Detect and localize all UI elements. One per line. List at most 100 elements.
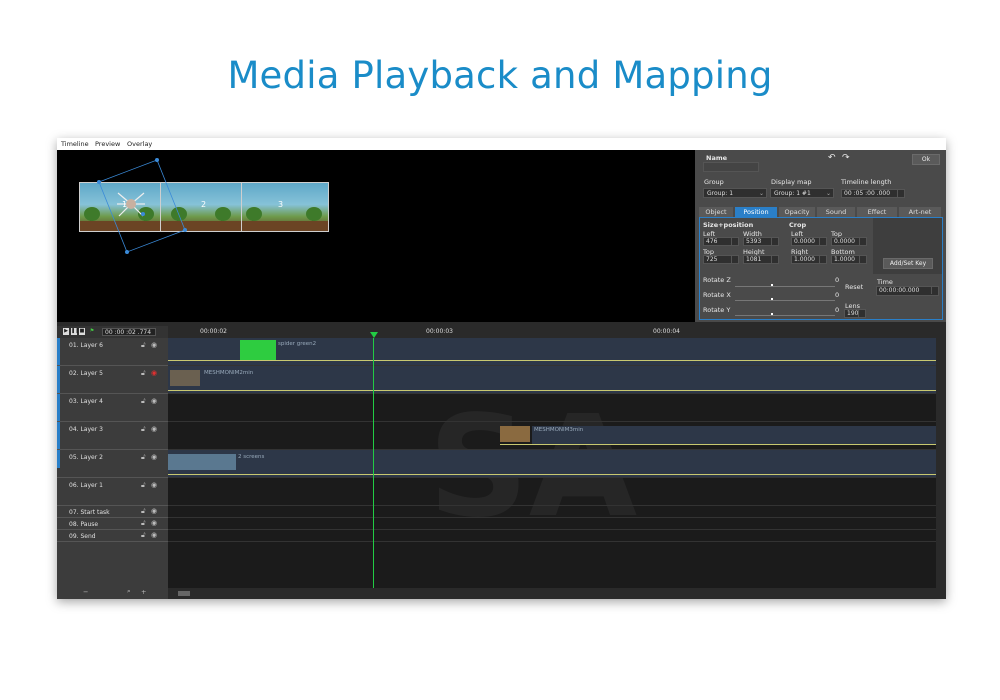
- name-input[interactable]: [703, 162, 759, 172]
- crop-right-input[interactable]: 1.0000: [791, 255, 827, 264]
- clip-meshmonim2min[interactable]: [170, 370, 200, 386]
- lock-icon[interactable]: 🔓︎: [141, 453, 146, 462]
- crop-top-input[interactable]: 0.0000: [831, 237, 867, 246]
- rotate-x-label: Rotate X: [703, 291, 731, 299]
- scroll-thumb[interactable]: [178, 591, 190, 596]
- lock-icon[interactable]: 🔓︎: [141, 531, 146, 540]
- timeline-length-input[interactable]: 00 :05 :00 .000: [841, 189, 905, 198]
- height-input[interactable]: 1081: [743, 255, 779, 264]
- preview-canvas[interactable]: 1 2 3: [57, 150, 695, 322]
- rotate-z-thumb[interactable]: [771, 284, 773, 286]
- tab-sound[interactable]: Sound: [817, 207, 855, 217]
- pause-icon[interactable]: ❚❚: [71, 328, 79, 335]
- rotate-z-slider[interactable]: [735, 286, 835, 287]
- lock-icon[interactable]: 🔓︎: [141, 507, 146, 516]
- ok-button[interactable]: Ok: [912, 154, 940, 165]
- track-start-task[interactable]: [168, 506, 936, 518]
- eye-hidden-icon[interactable]: ◉: [151, 369, 157, 377]
- tab-opacity[interactable]: Opacity: [779, 207, 815, 217]
- track-layer-6[interactable]: spider green2: [168, 338, 936, 366]
- tab-position[interactable]: Position: [735, 207, 777, 217]
- transform-handle-bottom-right[interactable]: [183, 228, 187, 232]
- eye-icon[interactable]: ◉: [151, 397, 157, 405]
- current-time-field[interactable]: 00 :00 :02 .774: [102, 328, 156, 336]
- time-ruler[interactable]: 00:00:02 00:00:03 00:00:04: [168, 326, 936, 338]
- clip-meshmonim3min[interactable]: [500, 426, 530, 442]
- eye-icon[interactable]: ◉: [151, 481, 157, 489]
- menu-timeline[interactable]: Timeline: [61, 140, 89, 148]
- track-layer-2[interactable]: 2 screens: [168, 450, 936, 478]
- clip-2-screens[interactable]: [168, 454, 236, 470]
- play-icon[interactable]: ▶: [63, 328, 69, 335]
- zoom-in-button[interactable]: +: [141, 588, 146, 596]
- layer-row-2[interactable]: 02. Layer 5 🔓︎ ◉: [57, 366, 168, 394]
- eye-icon[interactable]: ◉: [151, 341, 157, 349]
- vertical-scrollbar[interactable]: [936, 326, 946, 599]
- eye-icon[interactable]: ◉: [151, 453, 157, 461]
- rotate-y-slider[interactable]: [735, 315, 835, 316]
- transform-handle-center[interactable]: [141, 212, 145, 216]
- playhead[interactable]: [373, 338, 374, 599]
- redo-icon[interactable]: ↷: [842, 153, 850, 163]
- eye-icon[interactable]: ◉: [151, 531, 157, 539]
- lock-icon[interactable]: 🔓︎: [141, 425, 146, 434]
- ruler-tick-2: 00:00:03: [426, 328, 453, 335]
- eye-icon[interactable]: ◉: [151, 507, 157, 515]
- time-input[interactable]: 00:00:00.000: [876, 286, 939, 296]
- layer-row-5[interactable]: 05. Layer 2 🔓︎ ◉: [57, 450, 168, 478]
- transform-handle-bottom-left[interactable]: [125, 250, 129, 254]
- horizontal-scrollbar[interactable]: [168, 588, 936, 599]
- reset-button[interactable]: Reset: [845, 283, 863, 291]
- group-select[interactable]: Group: 1 ⌄: [703, 188, 767, 198]
- slide-title: Media Playback and Mapping: [227, 54, 773, 97]
- track-pause[interactable]: [168, 518, 936, 530]
- rotate-x-thumb[interactable]: [771, 298, 773, 300]
- tab-art-net[interactable]: Art-net: [899, 207, 941, 217]
- crop-bottom-input[interactable]: 1.0000: [831, 255, 867, 264]
- layer-row-1[interactable]: 01. Layer 6 🔓︎ ◉: [57, 338, 168, 366]
- lock-icon[interactable]: 🔓︎: [141, 397, 146, 406]
- clip-spider-green2[interactable]: [240, 340, 276, 360]
- lock-icon[interactable]: 🔓︎: [141, 519, 146, 528]
- playhead-handle[interactable]: [370, 332, 378, 338]
- layer-row-7[interactable]: 07. Start task 🔓︎ ◉: [57, 506, 168, 518]
- marker-icon[interactable]: ⚑: [89, 328, 95, 335]
- group-label: Group: [704, 178, 724, 186]
- layer-row-4[interactable]: 04. Layer 3 🔓︎ ◉: [57, 422, 168, 450]
- tab-effect[interactable]: Effect: [857, 207, 897, 217]
- layer-row-8[interactable]: 08. Pause 🔓︎ ◉: [57, 518, 168, 530]
- zoom-out-button[interactable]: −: [83, 588, 88, 596]
- layer-row-3[interactable]: 03. Layer 4 🔓︎ ◉: [57, 394, 168, 422]
- add-set-key-button[interactable]: Add/Set Key: [883, 258, 933, 269]
- crop-left-input[interactable]: 0.0000: [791, 237, 827, 246]
- layer-row-9[interactable]: 09. Send 🔓︎ ◉: [57, 530, 168, 542]
- track-layer-4[interactable]: [168, 394, 936, 422]
- rotate-y-thumb[interactable]: [771, 313, 773, 315]
- eye-icon[interactable]: ◉: [151, 519, 157, 527]
- track-layer-1[interactable]: [168, 478, 936, 506]
- track-layer-3[interactable]: MESHMONIM3min: [168, 422, 936, 450]
- stop-icon[interactable]: ■: [79, 328, 85, 335]
- menu-preview[interactable]: Preview: [95, 140, 120, 148]
- track-layer-5[interactable]: MESHMONIM2min: [168, 366, 936, 394]
- lock-icon[interactable]: 🔓︎: [141, 369, 146, 378]
- eye-icon[interactable]: ◉: [151, 425, 157, 433]
- lens-input[interactable]: 190: [844, 309, 866, 318]
- track-send[interactable]: [168, 530, 936, 542]
- layer-row-6[interactable]: 06. Layer 1 🔓︎ ◉: [57, 478, 168, 506]
- transform-handle-top-left[interactable]: [97, 180, 101, 184]
- tab-object[interactable]: Object: [699, 207, 733, 217]
- width-input[interactable]: 5393: [743, 237, 779, 246]
- transform-handle-top-right[interactable]: [155, 158, 159, 162]
- top-input[interactable]: 725: [703, 255, 739, 264]
- rotate-x-slider[interactable]: [735, 300, 835, 301]
- lock-icon[interactable]: 🔓︎: [141, 341, 146, 350]
- lock-icon[interactable]: 🔓︎: [141, 481, 146, 490]
- zoom-search-icon[interactable]: ⌕: [127, 587, 131, 596]
- left-input[interactable]: 476: [703, 237, 739, 246]
- timeline-tracks[interactable]: 00:00:02 00:00:03 00:00:04 SA spider gre…: [168, 326, 936, 599]
- undo-icon[interactable]: ↶: [828, 153, 836, 163]
- clip-label-spider: spider green2: [278, 341, 317, 347]
- display-map-select[interactable]: Group: 1 #1 ⌄: [770, 188, 834, 198]
- menu-overlay[interactable]: Overlay: [127, 140, 152, 148]
